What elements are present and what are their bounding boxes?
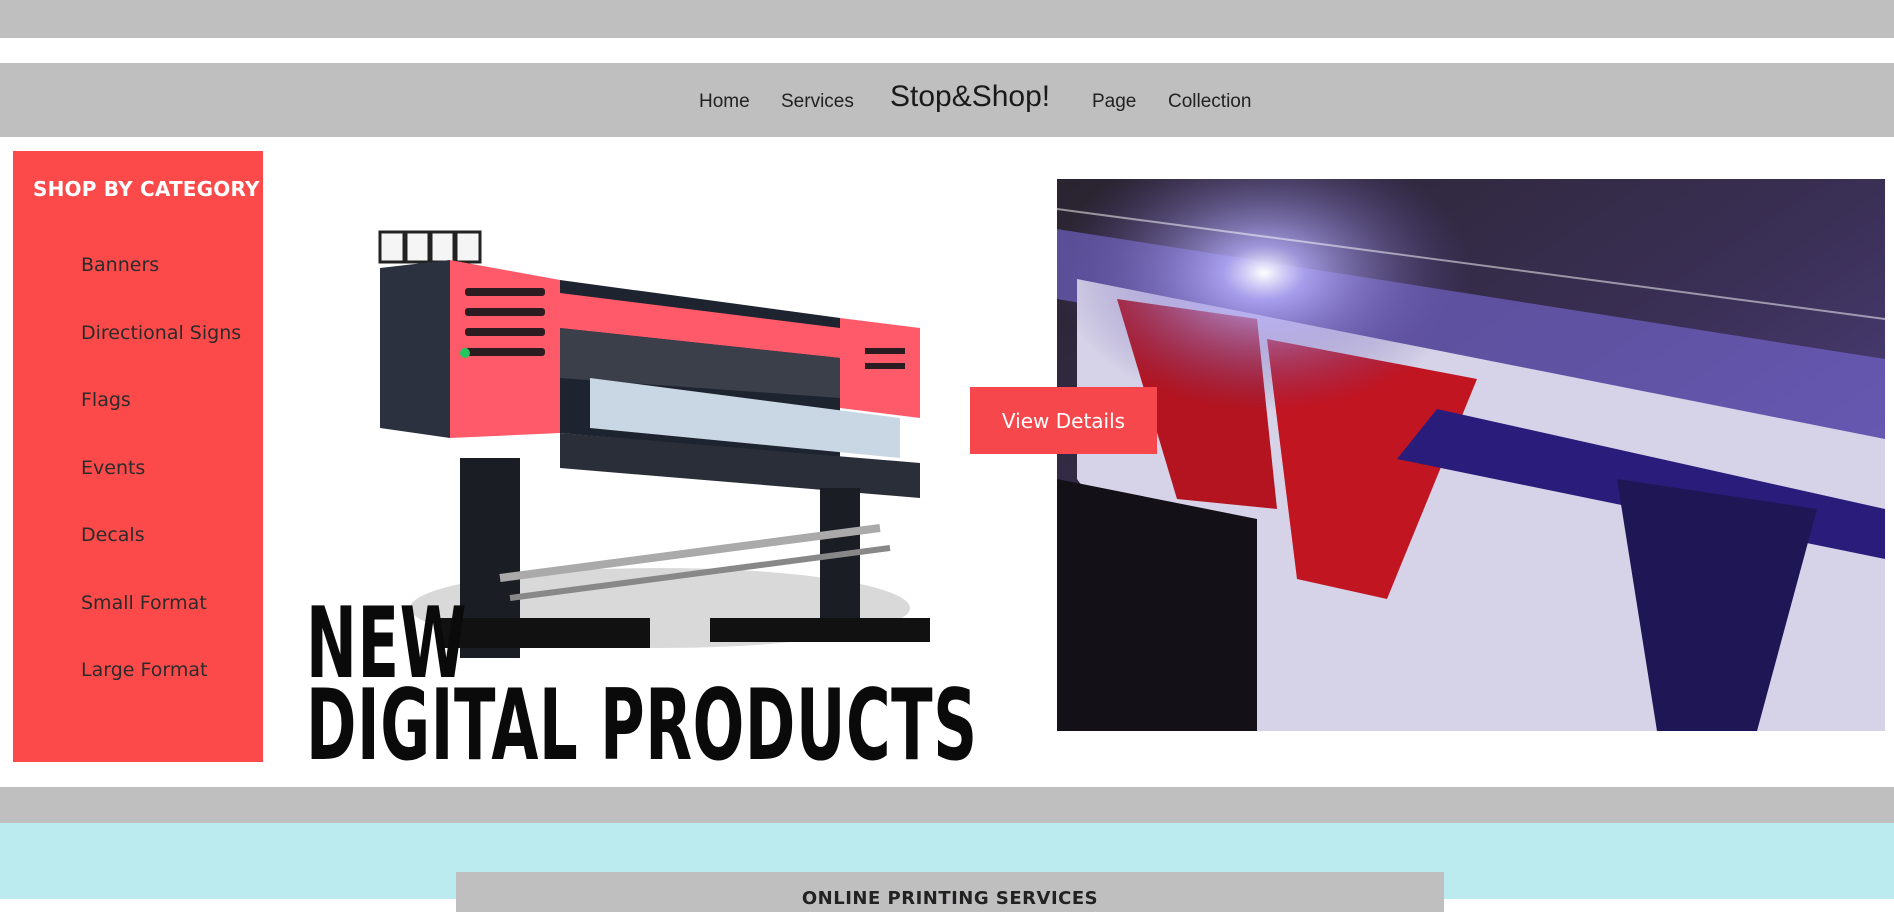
nav-link-collection[interactable]: Collection xyxy=(1168,91,1251,113)
main-navigation: Home Services Stop&Shop! Page Collection xyxy=(0,63,1894,137)
bottom-gray-bar xyxy=(0,787,1894,823)
sidebar-title: SHOP BY CATEGORY xyxy=(33,177,260,201)
category-item-directional-signs[interactable]: Directional Signs xyxy=(81,322,241,344)
category-item-decals[interactable]: Decals xyxy=(81,524,145,546)
nav-link-home[interactable]: Home xyxy=(699,91,750,113)
top-gray-bar xyxy=(0,0,1894,38)
category-sidebar: SHOP BY CATEGORY Banners Directional Sig… xyxy=(13,151,263,762)
brand-logo-text[interactable]: Stop&Shop! xyxy=(890,80,1050,114)
category-item-events[interactable]: Events xyxy=(81,457,145,479)
category-item-large-format[interactable]: Large Format xyxy=(81,659,207,681)
nav-link-services[interactable]: Services xyxy=(781,91,854,113)
category-item-banners[interactable]: Banners xyxy=(81,254,159,276)
printing-photo xyxy=(1057,179,1885,731)
section-heading-box: ONLINE PRINTING SERVICES xyxy=(456,872,1444,912)
category-item-flags[interactable]: Flags xyxy=(81,389,131,411)
nav-link-page[interactable]: Page xyxy=(1092,91,1136,113)
view-details-button[interactable]: View Details xyxy=(970,387,1157,454)
category-item-small-format[interactable]: Small Format xyxy=(81,592,207,614)
hero-headline-line2: DIGITAL PRODUCTS xyxy=(306,669,978,783)
